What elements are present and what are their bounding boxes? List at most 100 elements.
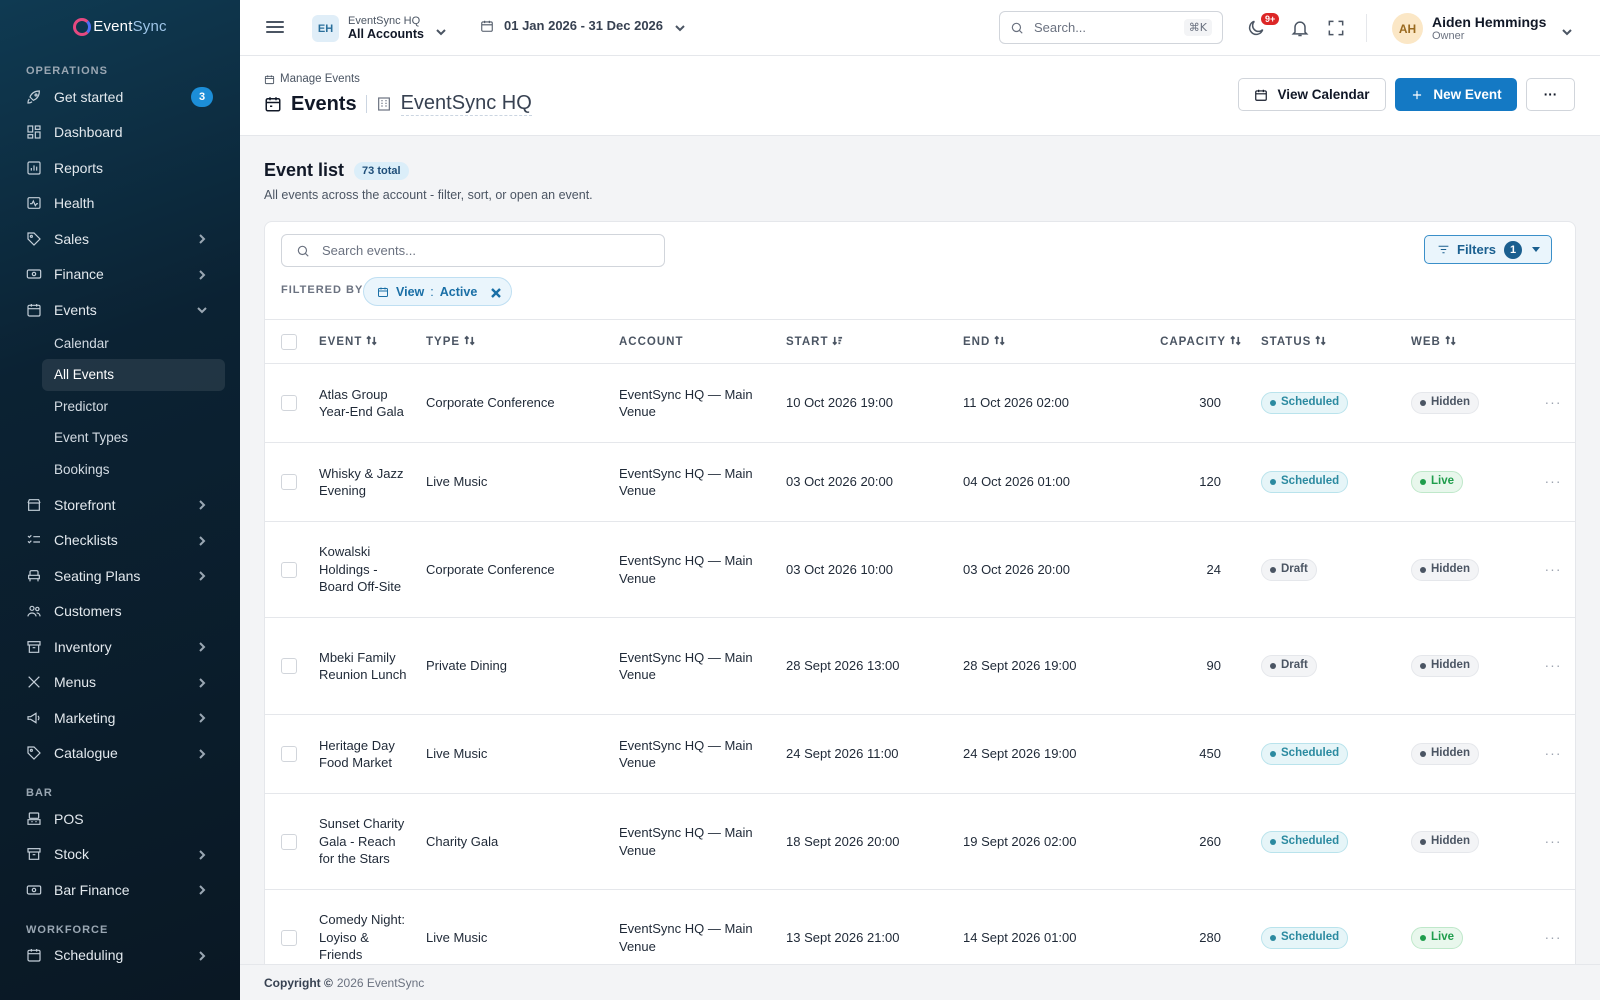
sidebar-item-checklists[interactable]: Checklists xyxy=(0,523,240,559)
web-label: Live xyxy=(1431,930,1455,943)
event-capacity-cell: 450 xyxy=(1145,714,1261,794)
sidebar-item-reports[interactable]: Reports xyxy=(0,150,240,186)
account-switcher[interactable]: EH EventSync HQ All Accounts xyxy=(312,15,446,42)
row-actions-ellipsis-icon[interactable]: ··· xyxy=(1529,714,1575,794)
row-actions-ellipsis-icon[interactable]: ··· xyxy=(1529,617,1575,715)
sidebar-subitem-calendar[interactable]: Calendar xyxy=(42,328,225,360)
event-name-cell[interactable]: Whisky & Jazz Evening xyxy=(319,442,426,522)
web-label: Hidden xyxy=(1431,659,1470,672)
select-all-checkbox[interactable] xyxy=(281,333,297,350)
event-name-cell[interactable]: Atlas Group Year-End Gala xyxy=(319,363,426,443)
table-row[interactable]: Whisky & Jazz Evening Live Music EventSync… xyxy=(265,442,1575,522)
column-header-event[interactable]: EVENT xyxy=(319,319,426,364)
table-row[interactable]: Atlas Group Year-End Gala Corporate Confe… xyxy=(265,363,1575,443)
event-name-cell[interactable]: Heritage Day Food Market xyxy=(319,714,426,794)
sidebar-item-pos[interactable]: POS xyxy=(0,801,240,837)
account-org: EventSync HQ xyxy=(348,15,421,27)
status-badge: Scheduled xyxy=(1261,392,1349,414)
page-account-name[interactable]: EventSync HQ xyxy=(400,92,532,116)
calendar-icon xyxy=(264,74,275,85)
sidebar-item-storefront[interactable]: Storefront xyxy=(0,487,240,523)
sidebar-item-bar-finance[interactable]: Bar Finance xyxy=(0,872,240,908)
table-row[interactable]: Kowalski Holdings - Board Off-Site Corpor… xyxy=(265,521,1575,618)
column-header-web[interactable]: WEB xyxy=(1411,319,1529,364)
more-actions-button[interactable]: ··· xyxy=(1526,78,1575,111)
sidebar-item-seating-plans[interactable]: Seating Plans xyxy=(0,558,240,594)
sidebar-item-events[interactable]: Events xyxy=(0,292,240,328)
row-checkbox[interactable] xyxy=(281,561,297,578)
sidebar-item-dashboard[interactable]: Dashboard xyxy=(0,115,240,151)
sidebar-item-get-started[interactable]: Get started 3 xyxy=(0,79,240,115)
chevron-right-icon xyxy=(196,848,208,860)
page-header: Manage Events Events EventSync HQ View C… xyxy=(240,56,1600,136)
remove-filter-close-icon[interactable] xyxy=(491,287,502,298)
column-header-start[interactable]: START xyxy=(786,319,963,364)
sidebar-item-label: Marketing xyxy=(54,709,116,726)
row-checkbox[interactable] xyxy=(281,658,297,674)
breadcrumb[interactable]: Manage Events xyxy=(264,73,360,85)
user-menu[interactable]: AH Aiden Hemmings Owner xyxy=(1392,13,1573,44)
pos-terminal-icon xyxy=(26,811,42,827)
sidebar-item-scheduling[interactable]: Scheduling xyxy=(0,938,240,974)
sidebar-item-inventory[interactable]: Inventory xyxy=(0,629,240,665)
filters-button[interactable]: Filters 1 xyxy=(1424,235,1552,264)
sidebar-item-stock[interactable]: Stock xyxy=(0,837,240,873)
sidebar-item-label: Health xyxy=(54,195,95,212)
row-checkbox[interactable] xyxy=(281,746,297,762)
column-header-end[interactable]: END xyxy=(963,319,1145,364)
event-start-cell: 03 Oct 2026 10:00 xyxy=(786,521,963,618)
report-chart-icon xyxy=(26,160,42,176)
row-select-cell xyxy=(265,714,319,794)
row-checkbox[interactable] xyxy=(281,833,297,850)
table-row[interactable]: Sunset Charity Gala - Reach for the Star… xyxy=(265,793,1575,890)
sidebar-item-customers[interactable]: Customers xyxy=(0,594,240,630)
row-actions-ellipsis-icon[interactable]: ··· xyxy=(1529,442,1575,522)
sidebar-item-label: Inventory xyxy=(54,638,112,655)
sidebar-item-finance[interactable]: Finance xyxy=(0,257,240,293)
sidebar-item-health[interactable]: Health xyxy=(0,186,240,222)
sidebar-item-catalogue[interactable]: Catalogue xyxy=(0,736,240,772)
table-row[interactable]: Mbeki Family Reunion Lunch Private Dining… xyxy=(265,617,1575,715)
view-calendar-button[interactable]: View Calendar xyxy=(1238,78,1386,111)
fullscreen-icon[interactable] xyxy=(1326,18,1346,38)
sidebar-item-marketing[interactable]: Marketing xyxy=(0,700,240,736)
notification-bell-icon[interactable] xyxy=(1290,18,1310,38)
event-search-input[interactable]: Search events... xyxy=(281,234,665,267)
event-name-cell[interactable]: Kowalski Holdings - Board Off-Site xyxy=(319,521,426,618)
status-dot-icon xyxy=(1420,751,1426,757)
column-header-type[interactable]: TYPE xyxy=(426,319,619,364)
sidebar-subitem-event-types[interactable]: Event Types xyxy=(42,422,225,454)
column-header-status[interactable]: STATUS xyxy=(1261,319,1411,364)
new-event-button[interactable]: New Event xyxy=(1395,78,1517,111)
row-actions-ellipsis-icon[interactable]: ··· xyxy=(1529,793,1575,890)
event-end-cell: 28 Sept 2026 19:00 xyxy=(963,617,1145,715)
row-actions-ellipsis-icon[interactable]: ··· xyxy=(1529,521,1575,618)
status-dot-icon xyxy=(1420,566,1426,573)
status-label: Draft xyxy=(1281,659,1308,672)
event-name-cell[interactable]: Sunset Charity Gala - Reach for the Star… xyxy=(319,793,426,890)
row-checkbox[interactable] xyxy=(281,395,297,411)
row-actions-ellipsis-icon[interactable]: ··· xyxy=(1529,363,1575,443)
column-label: ACCOUNT xyxy=(619,335,684,348)
date-range-picker[interactable]: 01 Jan 2026 - 31 Dec 2026 xyxy=(480,18,685,33)
sidebar-subitem-bookings[interactable]: Bookings xyxy=(42,454,225,486)
sidebar-subitem-predictor[interactable]: Predictor xyxy=(42,391,225,423)
sidebar-item-menus[interactable]: Menus xyxy=(0,665,240,701)
brand-logo[interactable]: Event Sync xyxy=(0,0,240,53)
row-checkbox[interactable] xyxy=(281,929,297,946)
sidebar-subitem-all-events[interactable]: All Events xyxy=(42,359,225,391)
active-filter-chip[interactable]: View : Active xyxy=(363,277,513,306)
menu-toggle-icon[interactable] xyxy=(266,18,284,36)
column-header-capacity[interactable]: CAPACITY xyxy=(1145,319,1261,364)
event-name-cell[interactable]: Mbeki Family Reunion Lunch xyxy=(319,617,426,715)
global-search-input[interactable]: Search... ⌘K xyxy=(999,11,1223,44)
sidebar-item-sales[interactable]: Sales xyxy=(0,221,240,257)
row-checkbox[interactable] xyxy=(281,474,297,490)
account-scope: All Accounts xyxy=(348,27,424,41)
table-row[interactable]: Heritage Day Food Market Live Music EventS… xyxy=(265,714,1575,794)
user-role: Owner xyxy=(1432,30,1465,42)
sidebar-item-label: POS xyxy=(54,810,84,827)
calendar-icon xyxy=(1254,88,1268,102)
date-range-value: 01 Jan 2026 - 31 Dec 2026 xyxy=(504,18,664,33)
notification-count-badge: 9+ xyxy=(1261,13,1280,25)
